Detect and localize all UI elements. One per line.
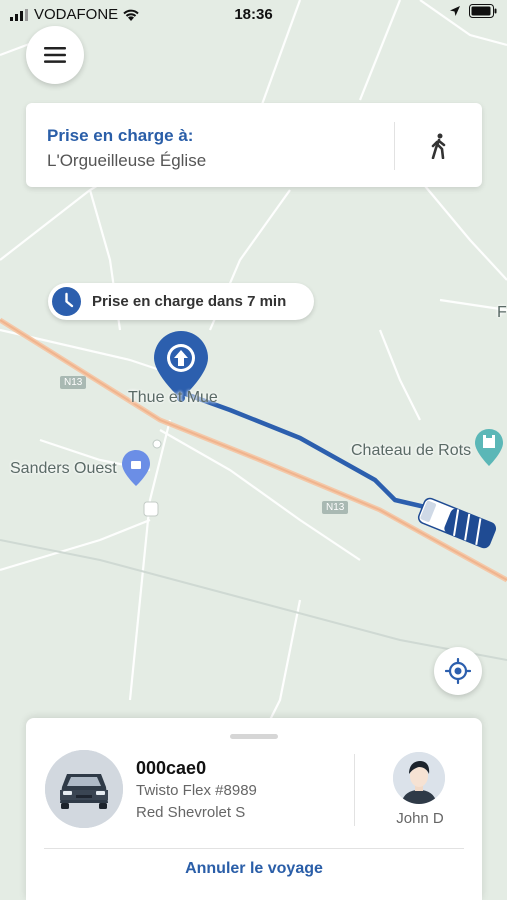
map-label-sanders-ouest: Sanders Ouest — [10, 460, 117, 477]
junction-dot — [152, 439, 162, 449]
status-bar: VODAFONE 18:36 — [0, 0, 507, 30]
location-arrow-icon — [450, 6, 460, 16]
vehicle-description: Red Shevrolet S — [136, 804, 246, 821]
clock-icon — [52, 287, 81, 316]
road-shield-n13-east: N13 — [322, 501, 349, 514]
hamburger-icon — [44, 47, 66, 63]
status-time: 18:36 — [234, 6, 273, 23]
menu-button[interactable] — [26, 26, 84, 84]
car-icon — [45, 750, 123, 828]
vehicle-plate: 000cae0 — [136, 758, 207, 778]
small-poi-icon — [143, 501, 159, 517]
pickup-card[interactable]: Prise en charge à: L'Orgueilleuse Église — [26, 103, 482, 187]
crosshair-icon — [445, 658, 471, 684]
map-label-thue-et-mue: Thue et Mue — [128, 389, 218, 406]
sheet-vertical-divider — [354, 754, 355, 826]
map-label-edge-f: F — [497, 304, 507, 321]
walking-icon — [431, 133, 446, 159]
road-shield-n13-west: N13 — [60, 376, 87, 389]
eta-text: Prise en charge dans 7 min — [92, 293, 287, 310]
vehicle-model: Twisto Flex #8989 — [136, 782, 257, 799]
pickup-divider — [394, 122, 395, 170]
map-label-chateau-de-rots: Chateau de Rots — [351, 442, 472, 459]
sheet-horizontal-divider — [44, 848, 464, 849]
car-avatar — [45, 750, 123, 828]
locate-me-button[interactable] — [434, 647, 482, 695]
status-right-group — [449, 4, 497, 18]
pickup-place: L'Orgueilleuse Église — [47, 151, 207, 170]
battery-icon — [469, 4, 497, 18]
eta-bubble: Prise en charge dans 7 min — [48, 283, 314, 320]
driver-name: John D — [396, 810, 444, 827]
trip-bottom-sheet[interactable]: 000cae0 Twisto Flex #8989 Red Shevrolet … — [26, 718, 482, 900]
driver-avatar[interactable] — [393, 752, 445, 804]
person-icon — [393, 752, 445, 804]
sheet-grabber[interactable] — [230, 734, 278, 739]
walking-directions-button[interactable] — [398, 117, 480, 175]
pickup-title: Prise en charge à: — [47, 126, 194, 145]
cancel-trip-button[interactable]: Annuler le voyage — [26, 860, 482, 878]
